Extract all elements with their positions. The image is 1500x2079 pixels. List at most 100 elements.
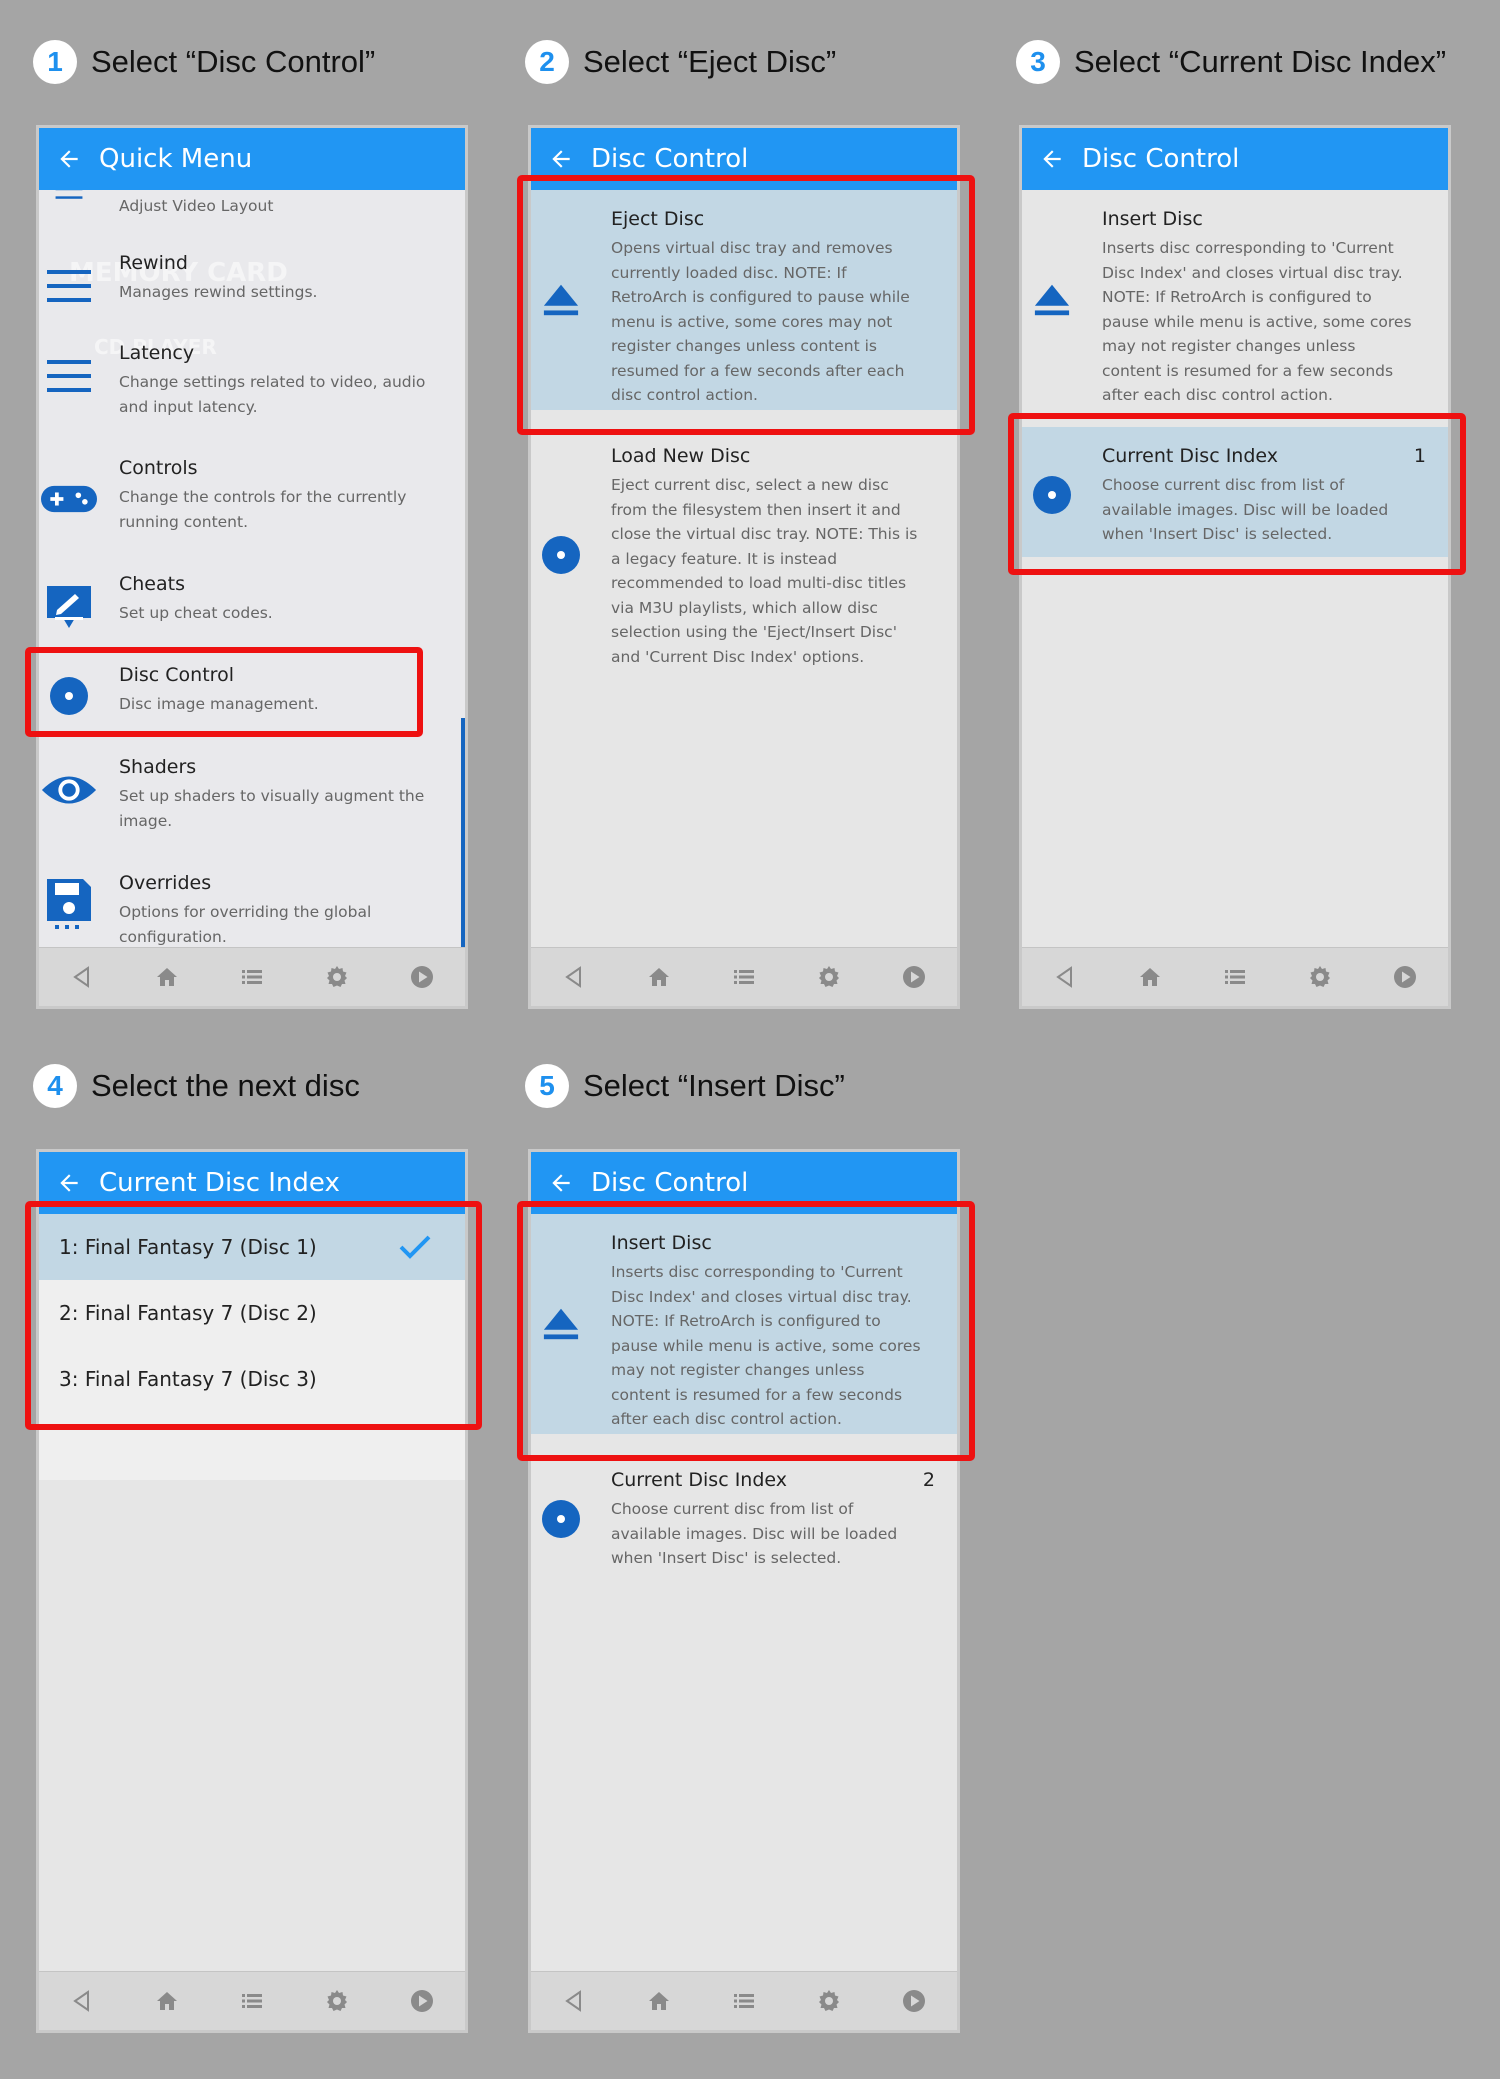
step-5-title: 5 Select “Insert Disc” (525, 1056, 845, 1116)
back-arrow-icon[interactable] (531, 146, 591, 172)
step-3-title: 3 Select “Current Disc Index” (1016, 32, 1446, 92)
item-desc: Adjust Video Layout (119, 197, 274, 215)
nav-list-icon[interactable] (724, 957, 764, 997)
nav-list-icon[interactable] (724, 1981, 764, 2021)
bottom-nav-bar (39, 947, 465, 1006)
header-title: Disc Control (591, 1168, 749, 1198)
step-1-number: 1 (33, 40, 77, 84)
nav-settings-icon[interactable] (317, 957, 357, 997)
disc-icon (531, 1499, 591, 1539)
item-desc: Options for overriding the global config… (119, 903, 372, 946)
highlight-disc-control (25, 647, 423, 737)
step-4-title: 4 Select the next disc (33, 1056, 360, 1116)
list-item-cheats[interactable]: Cheats Set up cheat codes. (39, 573, 465, 643)
nav-back-icon[interactable] (554, 957, 594, 997)
header-bar: Disc Control (1022, 128, 1448, 190)
list-item-controls[interactable]: Controls Change the controls for the cur… (39, 457, 465, 547)
nav-list-icon[interactable] (1215, 957, 1255, 997)
item-title: Latency (119, 342, 195, 364)
bottom-nav-bar (39, 1971, 465, 2030)
back-arrow-icon[interactable] (1022, 146, 1082, 172)
nav-back-icon[interactable] (554, 1981, 594, 2021)
item-title: Controls (119, 457, 198, 479)
item-title: Load New Disc (611, 445, 751, 467)
item-desc: Change the controls for the currently ru… (119, 488, 407, 531)
step-2-title: 2 Select “Eject Disc” (525, 32, 836, 92)
item-desc: Set up shaders to visually augment the i… (119, 787, 425, 830)
screen-quick-menu: Quick Menu MEMORY CARD CD PLAYER Adjust … (36, 125, 468, 1009)
item-title: Insert Disc (1102, 208, 1203, 230)
step-5-label: Select “Insert Disc” (583, 1068, 845, 1103)
menu-icon (39, 190, 99, 200)
list-item-load-new-disc[interactable]: Load New Disc Eject current disc, select… (531, 435, 957, 695)
step-5-number: 5 (525, 1064, 569, 1108)
header-title: Quick Menu (99, 144, 253, 174)
list-item-video-layout[interactable]: Adjust Video Layout (39, 190, 465, 230)
back-arrow-icon[interactable] (39, 146, 99, 172)
header-title: Disc Control (1082, 144, 1240, 174)
bottom-nav-bar (531, 947, 957, 1006)
nav-list-icon[interactable] (232, 957, 272, 997)
nav-back-icon[interactable] (62, 1981, 102, 2021)
nav-settings-icon[interactable] (809, 957, 849, 997)
back-arrow-icon[interactable] (39, 1170, 99, 1196)
list-item-insert-disc[interactable]: Insert Disc Inserts disc corresponding t… (1022, 190, 1448, 410)
header-title: Current Disc Index (99, 1168, 340, 1198)
item-desc: Change settings related to video, audio … (119, 373, 426, 416)
header-bar: Quick Menu (39, 128, 465, 190)
item-title: Current Disc Index (611, 1469, 788, 1491)
item-desc: Inserts disc corresponding to 'Current D… (1102, 239, 1412, 404)
nav-home-icon[interactable] (147, 1981, 187, 2021)
highlight-disc-options (25, 1201, 482, 1430)
item-title: Cheats (119, 573, 185, 595)
nav-settings-icon[interactable] (317, 1981, 357, 2021)
item-title: Overrides (119, 872, 212, 894)
menu-icon (39, 358, 99, 394)
item-desc: Manages rewind settings. (119, 283, 318, 301)
item-desc: Eject current disc, select a new disc fr… (611, 476, 918, 666)
nav-home-icon[interactable] (639, 1981, 679, 2021)
item-title: Shaders (119, 756, 197, 778)
nav-play-icon[interactable] (894, 1981, 934, 2021)
step-4-label: Select the next disc (91, 1068, 360, 1103)
list-item-rewind[interactable]: Rewind Manages rewind settings. (39, 250, 465, 330)
nav-play-icon[interactable] (894, 957, 934, 997)
nav-play-icon[interactable] (402, 1981, 442, 2021)
back-arrow-icon[interactable] (531, 1170, 591, 1196)
nav-play-icon[interactable] (1385, 957, 1425, 997)
highlight-eject-disc (517, 175, 975, 435)
step-1-title: 1 Select “Disc Control” (33, 32, 375, 92)
nav-play-icon[interactable] (402, 957, 442, 997)
nav-settings-icon[interactable] (809, 1981, 849, 2021)
item-desc: Set up cheat codes. (119, 604, 273, 622)
list-item-shaders[interactable]: Shaders Set up shaders to visually augme… (39, 756, 465, 846)
highlight-current-disc-index (1008, 413, 1466, 575)
nav-back-icon[interactable] (62, 957, 102, 997)
header-title: Disc Control (591, 144, 749, 174)
list-item-latency[interactable]: Latency Change settings related to video… (39, 340, 465, 430)
floppy-icon (39, 876, 99, 930)
step-4-number: 4 (33, 1064, 77, 1108)
item-value: 2 (922, 1469, 935, 1491)
item-title: Rewind (119, 252, 188, 274)
highlight-insert-disc (517, 1201, 975, 1461)
nav-home-icon[interactable] (147, 957, 187, 997)
nav-home-icon[interactable] (1130, 957, 1170, 997)
bottom-nav-bar (1022, 947, 1448, 1006)
step-3-number: 3 (1016, 40, 1060, 84)
nav-back-icon[interactable] (1045, 957, 1085, 997)
scrollbar[interactable] (461, 718, 465, 948)
list-item-current-disc-index[interactable]: Current Disc Index 2 Choose current disc… (531, 1459, 957, 1589)
eye-icon (39, 771, 99, 809)
disc-icon (531, 535, 591, 575)
menu-list: MEMORY CARD CD PLAYER Adjust Video Layou… (39, 190, 465, 948)
menu-icon (39, 268, 99, 304)
nav-list-icon[interactable] (232, 1981, 272, 2021)
gamepad-icon (39, 482, 99, 516)
eject-icon (1022, 282, 1082, 318)
bottom-nav-bar (531, 1971, 957, 2030)
nav-home-icon[interactable] (639, 957, 679, 997)
list-item-overrides[interactable]: Overrides Options for overriding the glo… (39, 872, 465, 948)
nav-settings-icon[interactable] (1300, 957, 1340, 997)
step-1-label: Select “Disc Control” (91, 44, 376, 79)
